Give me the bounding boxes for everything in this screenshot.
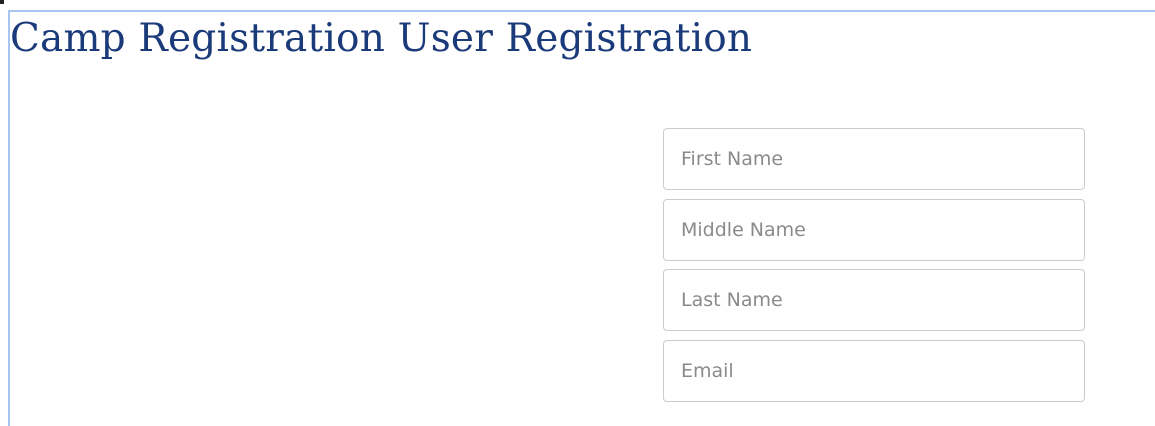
first-name-field[interactable] (663, 128, 1085, 190)
registration-form (663, 128, 1085, 410)
email-field[interactable] (663, 339, 1085, 402)
last-name-field[interactable] (663, 269, 1085, 331)
page-title: Camp Registration User Registration (10, 16, 753, 61)
corner-mark (0, 0, 4, 4)
middle-name-field[interactable] (663, 198, 1085, 261)
